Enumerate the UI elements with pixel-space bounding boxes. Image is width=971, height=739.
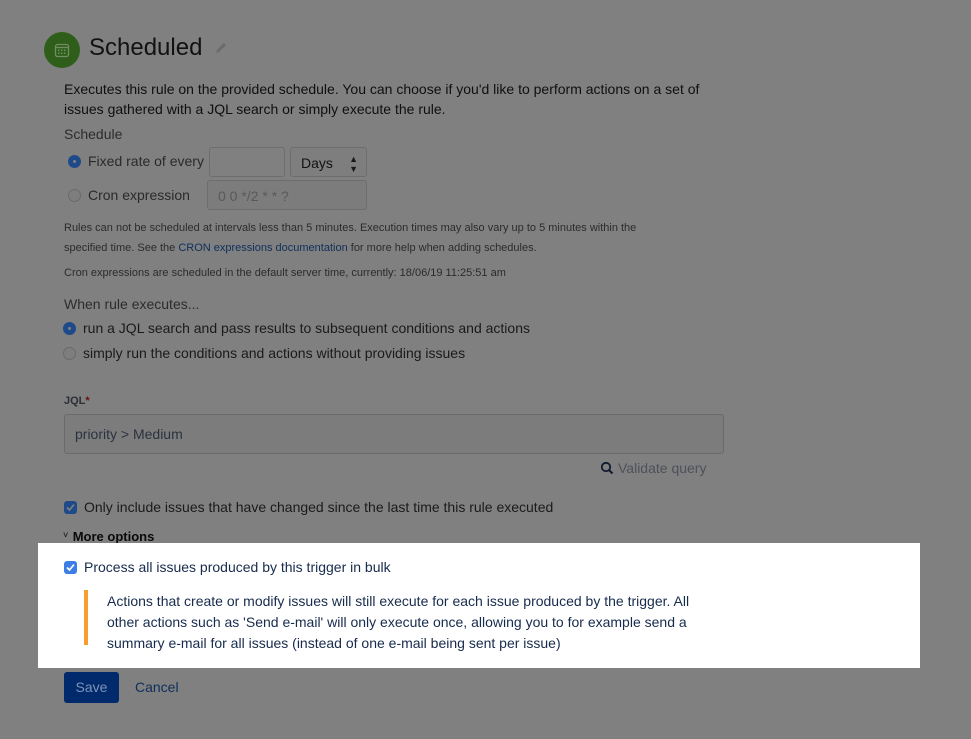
help-text: specified time. See the [64,242,179,254]
bulk-note-line2: other actions such as 'Send e-mail' will… [107,614,687,630]
select-arrows-icon: ▲ ▼ [349,154,358,174]
page-title: Scheduled [89,34,203,61]
rate-unit-select[interactable]: Days ▲ ▼ [290,147,367,177]
chevron-down-icon: ˅ [63,530,69,540]
required-marker: * [85,395,90,407]
schedule-help: Rules can not be scheduled at intervals … [64,218,744,258]
calendar-icon [54,43,70,58]
simple-run-option-label: simply run the conditions and actions wi… [83,345,466,361]
search-icon [600,461,614,475]
check-icon [66,503,75,512]
note-accent-bar [84,590,88,645]
more-options-label: More options [72,529,155,544]
bulk-note: Actions that create or modify issues wil… [107,591,707,654]
cron-docs-link[interactable]: CRON expressions documentation [178,242,347,254]
cancel-button[interactable]: Cancel [135,679,179,695]
jql-search-option-label: run a JQL search and pass results to sub… [83,320,530,336]
help-text-end: for more help when adding schedules. [347,242,537,254]
jql-label-text: JQL [64,395,86,407]
validate-query-label: Validate query [618,460,707,476]
execution-label: When rule executes... [64,296,200,312]
trigger-icon [44,32,80,68]
pencil-icon[interactable] [214,41,228,55]
rule-description: Executes this rule on the provided sched… [64,81,700,117]
check-icon [66,563,75,572]
cron-input[interactable]: 0 0 */2 * * ? [207,180,367,210]
cron-radio[interactable] [68,189,81,202]
cron-label: Cron expression [88,187,190,203]
jql-search-radio[interactable] [63,322,76,335]
bulk-label: Process all issues produced by this trig… [84,559,391,575]
schedule-help-line2: specified time. See the CRON expressions… [64,238,744,258]
simple-run-radio[interactable] [63,347,76,360]
rate-unit-value: Days [301,155,333,171]
only-changed-label: Only include issues that have changed si… [84,499,554,515]
server-time-note: Cron expressions are scheduled in the de… [64,267,506,279]
bulk-note-line1: Actions that create or modify issues wil… [107,593,690,609]
fixed-rate-label: Fixed rate of every [88,153,204,169]
fixed-rate-radio[interactable] [68,155,81,168]
schedule-help-line1: Rules can not be scheduled at intervals … [64,222,637,234]
only-changed-checkbox[interactable] [64,501,77,514]
schedule-label: Schedule [64,126,123,142]
validate-query-link[interactable]: Validate query [600,460,706,478]
bulk-note-line3: summary e-mail for all issues (instead o… [107,635,561,651]
jql-input[interactable]: priority > Medium [64,414,724,454]
fixed-rate-input[interactable] [209,147,285,177]
jql-label: JQL* [64,395,90,407]
save-button[interactable]: Save [64,672,119,703]
bulk-checkbox[interactable] [64,561,77,574]
